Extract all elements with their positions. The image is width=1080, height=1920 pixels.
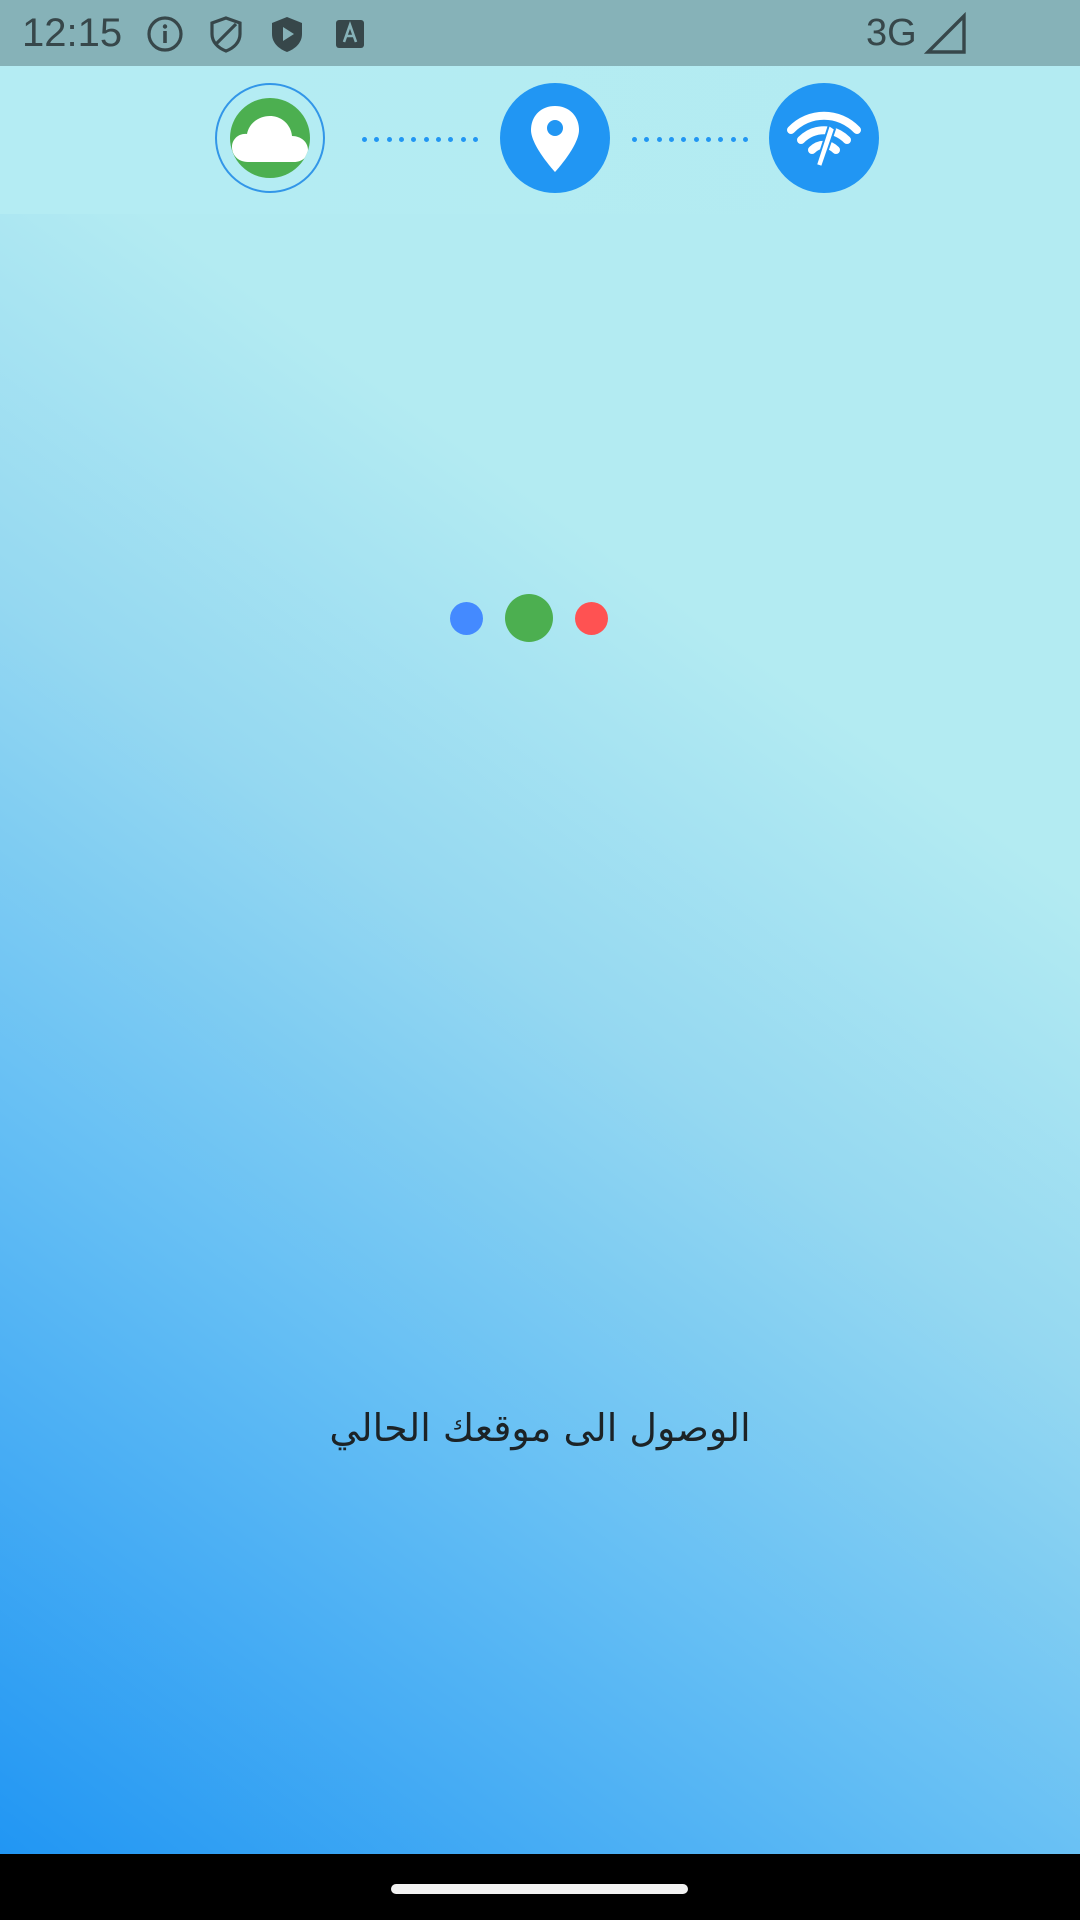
step-connector bbox=[632, 137, 748, 143]
home-gesture-handle[interactable] bbox=[391, 1884, 688, 1894]
status-bar: 12:15 3G bbox=[0, 0, 1080, 66]
text-box-icon bbox=[336, 20, 364, 48]
loading-dot-green bbox=[505, 594, 553, 642]
navigation-bar bbox=[0, 1854, 1080, 1920]
signal-icon bbox=[924, 12, 966, 54]
status-time: 12:15 bbox=[22, 11, 123, 55]
status-message: الوصول الى موقعك الحالي bbox=[329, 1406, 751, 1450]
step-connector bbox=[362, 137, 478, 143]
step-weather bbox=[215, 83, 325, 193]
info-icon bbox=[147, 16, 183, 52]
progress-steps bbox=[0, 66, 1080, 214]
loading-dot-blue bbox=[450, 602, 483, 635]
wifi-speed-icon bbox=[787, 111, 861, 169]
shield-outline-icon bbox=[210, 16, 242, 53]
step-location bbox=[500, 83, 610, 193]
step-internet bbox=[769, 83, 879, 193]
main-content: الوصول الى موقعك الحالي bbox=[0, 214, 1080, 1854]
loading-dot-red bbox=[575, 602, 608, 635]
location-pin-icon bbox=[531, 106, 579, 172]
network-type: 3G bbox=[866, 12, 917, 54]
shield-play-icon bbox=[272, 17, 302, 52]
cloud-icon bbox=[232, 116, 308, 162]
